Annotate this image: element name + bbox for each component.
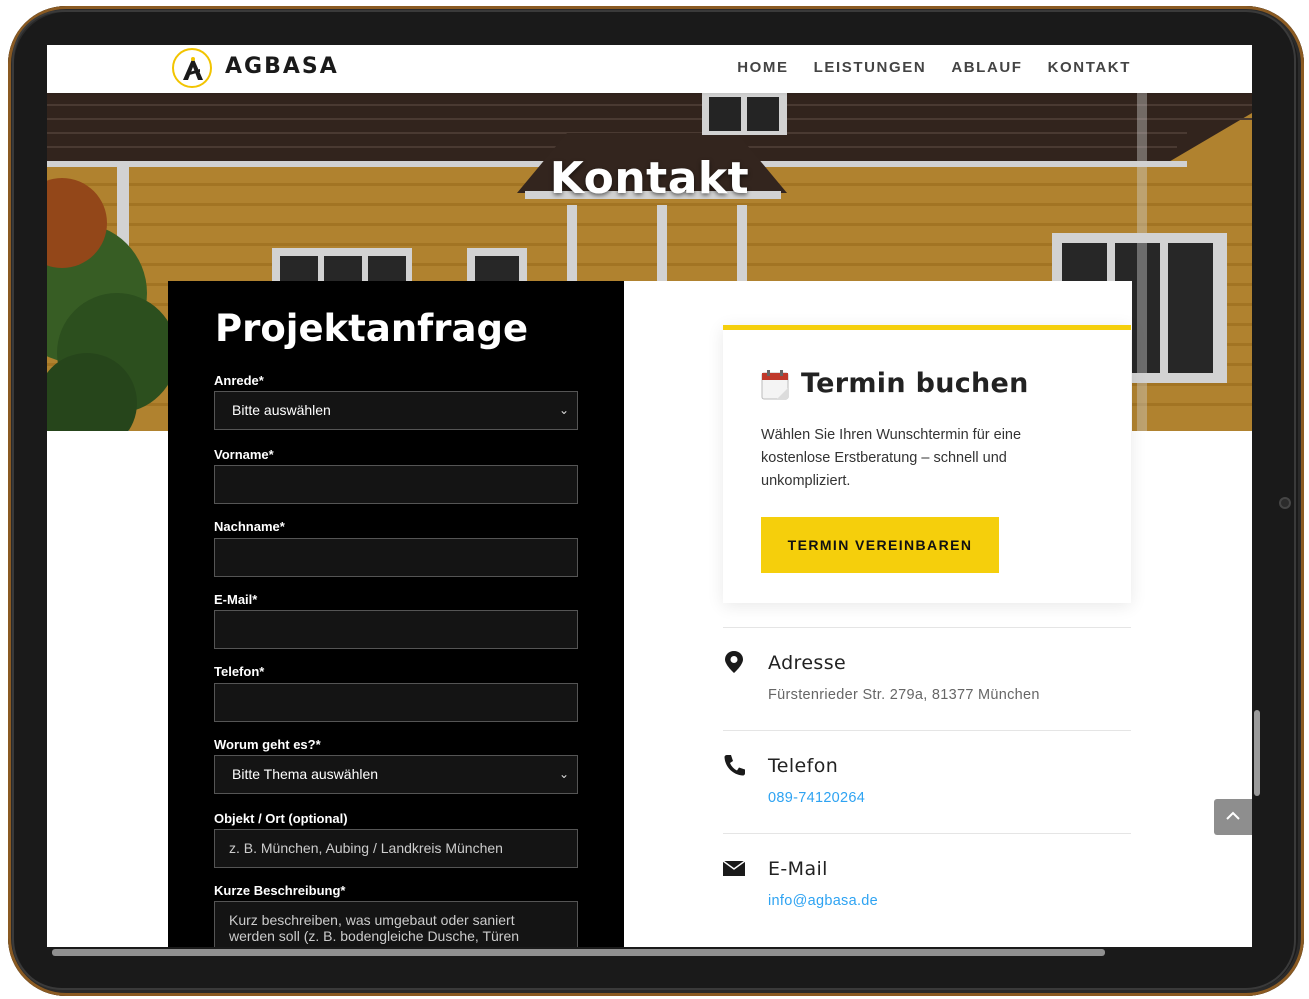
email-field[interactable] xyxy=(214,610,578,649)
page-title: Kontakt xyxy=(549,153,750,204)
envelope-icon xyxy=(723,860,745,876)
nav-home[interactable]: HOME xyxy=(737,59,788,76)
horizontal-scrollbar[interactable] xyxy=(52,949,1105,956)
thema-value: Bitte Thema auswählen xyxy=(232,766,379,782)
termin-card: Termin buchen Wählen Sie Ihren Wunschter… xyxy=(723,325,1131,603)
telefon-field[interactable] xyxy=(214,683,578,722)
email-link[interactable]: info@agbasa.de xyxy=(768,893,878,909)
address-block: Adresse Fürstenrieder Str. 279a, 81377 M… xyxy=(723,627,1131,731)
anrede-select[interactable]: Bitte auswählen ⌄ xyxy=(214,391,578,430)
phone-title: Telefon xyxy=(768,755,839,777)
telefon-label: Telefon* xyxy=(214,664,265,679)
chevron-down-icon: ⌄ xyxy=(558,403,569,417)
site-header: AGBASA HOME LEISTUNGEN ABLAUF KONTAKT xyxy=(47,45,1252,93)
form-title: Projektanfrage xyxy=(215,307,529,350)
chevron-up-icon xyxy=(1226,811,1240,820)
brand-name[interactable]: AGBASA xyxy=(225,54,339,79)
logo-icon[interactable] xyxy=(172,48,212,88)
beschreibung-placeholder: Kurz beschreiben, was umgebaut oder sani… xyxy=(229,912,520,944)
beschreibung-field[interactable]: Kurz beschreiben, was umgebaut oder sani… xyxy=(214,901,578,947)
browser-viewport: AGBASA HOME LEISTUNGEN ABLAUF KONTAKT Ko… xyxy=(47,45,1252,947)
beschreibung-label: Kurze Beschreibung* xyxy=(214,883,346,898)
email-title: E-Mail xyxy=(768,858,828,880)
camera-icon xyxy=(1279,497,1291,509)
objekt-field[interactable]: z. B. München, Aubing / Landkreis Münche… xyxy=(214,829,578,868)
nav-kontakt[interactable]: KONTAKT xyxy=(1048,59,1131,76)
thema-label: Worum geht es?* xyxy=(214,737,321,752)
termin-title: Termin buchen xyxy=(801,368,1029,399)
nav-leistungen[interactable]: LEISTUNGEN xyxy=(814,59,927,76)
phone-link[interactable]: 089-74120264 xyxy=(768,790,865,806)
thema-select[interactable]: Bitte Thema auswählen ⌄ xyxy=(214,755,578,794)
email-label: E-Mail* xyxy=(214,592,258,607)
anrede-label: Anrede* xyxy=(214,373,264,388)
phone-block: Telefon 089-74120264 xyxy=(723,730,1131,834)
vorname-field[interactable] xyxy=(214,465,578,504)
objekt-label: Objekt / Ort (optional) xyxy=(214,811,348,826)
email-block: E-Mail info@agbasa.de xyxy=(723,833,1131,937)
termin-description: Wählen Sie Ihren Wunschtermin für eine k… xyxy=(761,427,1022,489)
address-value: Fürstenrieder Str. 279a, 81377 München xyxy=(768,687,1040,703)
contact-info-panel: Termin buchen Wählen Sie Ihren Wunschter… xyxy=(624,281,1132,947)
nachname-label: Nachname* xyxy=(214,519,285,534)
address-title: Adresse xyxy=(768,652,847,674)
phone-icon xyxy=(724,755,745,776)
nav-ablauf[interactable]: ABLAUF xyxy=(951,59,1022,76)
nachname-field[interactable] xyxy=(214,538,578,577)
back-to-top-button[interactable] xyxy=(1214,799,1252,835)
vertical-scrollbar[interactable] xyxy=(1254,710,1260,796)
chevron-down-icon: ⌄ xyxy=(558,767,569,781)
map-pin-icon xyxy=(725,651,743,673)
termin-vereinbaren-button[interactable]: TERMIN VEREINBAREN xyxy=(761,517,999,573)
inquiry-form: Projektanfrage Anrede* Bitte auswählen ⌄… xyxy=(168,281,624,947)
anrede-value: Bitte auswählen xyxy=(232,402,331,418)
vorname-label: Vorname* xyxy=(214,447,274,462)
main-navigation: HOME LEISTUNGEN ABLAUF KONTAKT xyxy=(737,59,1131,76)
objekt-placeholder: z. B. München, Aubing / Landkreis Münche… xyxy=(229,840,503,856)
calendar-icon xyxy=(761,370,789,400)
